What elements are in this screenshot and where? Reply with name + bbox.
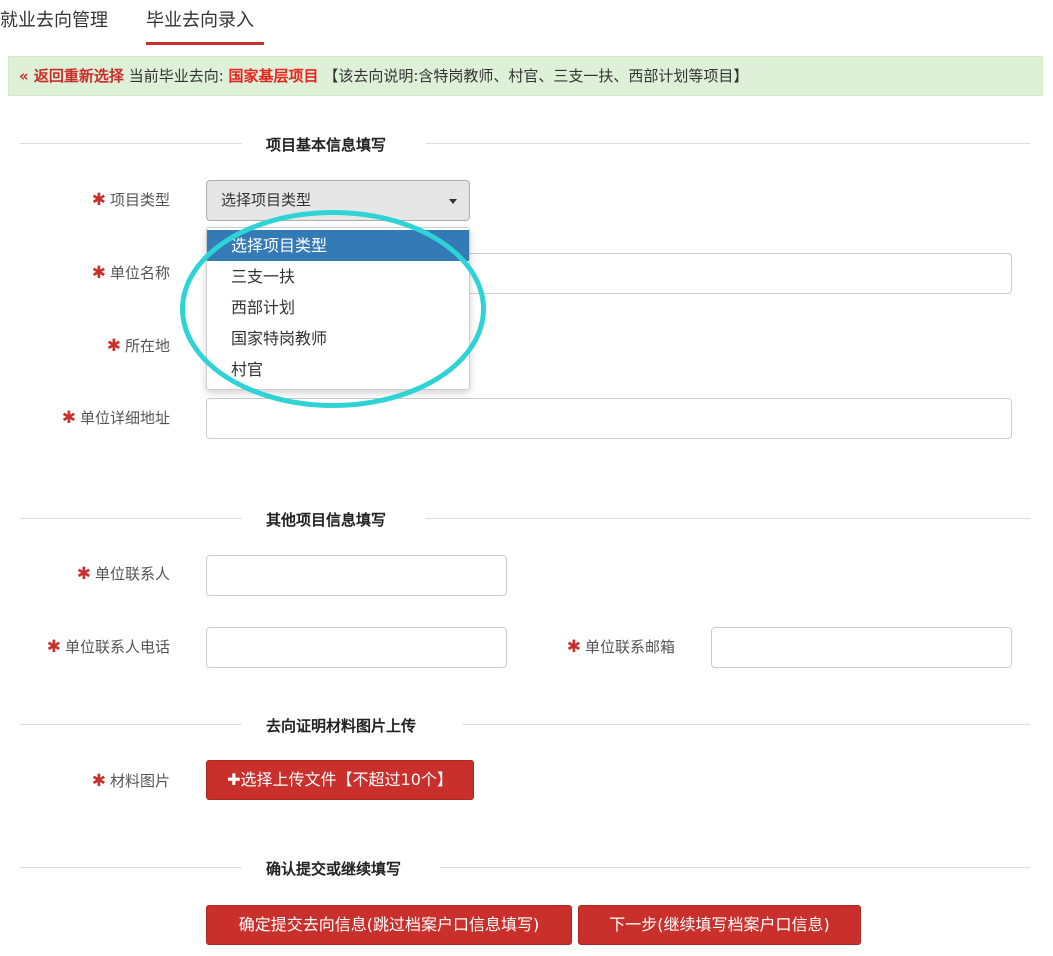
required-icon: ✱ <box>566 637 581 657</box>
required-icon: ✱ <box>106 336 121 356</box>
tab-employment-management[interactable]: 就业去向管理 <box>0 6 108 32</box>
project-type-selected: 选择项目类型 <box>221 191 312 209</box>
section-title-other: 其他项目信息填写 <box>266 511 387 529</box>
contact-phone-input[interactable] <box>206 627 507 668</box>
current-destination-value: 国家基层项目 <box>228 67 319 85</box>
section-divider <box>426 143 1030 144</box>
contact-label: ✱ 单位联系人 <box>76 564 170 584</box>
contact-email-label: ✱ 单位联系邮箱 <box>566 637 675 657</box>
required-icon: ✱ <box>61 408 76 428</box>
section-divider <box>20 867 242 868</box>
unit-address-input[interactable] <box>206 398 1012 439</box>
tab-graduation-entry[interactable]: 毕业去向录入 <box>146 6 254 32</box>
section-divider <box>20 724 242 725</box>
project-type-option[interactable]: 村官 <box>207 354 469 385</box>
project-type-option[interactable]: 西部计划 <box>207 292 469 323</box>
section-divider <box>20 518 242 519</box>
section-divider <box>462 724 1030 725</box>
section-divider <box>440 867 1030 868</box>
destination-description: 【该去向说明:含特岗教师、村官、三支一扶、西部计划等项目】 <box>323 67 749 85</box>
required-icon: ✱ <box>76 564 91 584</box>
required-icon: ✱ <box>91 190 106 210</box>
submit-skip-button[interactable]: 确定提交去向信息(跳过档案户口信息填写) <box>206 905 572 945</box>
required-icon: ✱ <box>91 771 106 791</box>
material-images-label: ✱ 材料图片 <box>91 771 170 791</box>
project-type-option[interactable]: 国家特岗教师 <box>207 323 469 354</box>
contact-email-input[interactable] <box>711 627 1012 668</box>
section-divider <box>20 143 242 144</box>
location-label: ✱ 所在地 <box>106 336 170 356</box>
project-type-select[interactable]: 选择项目类型 <box>206 180 470 221</box>
next-step-button[interactable]: 下一步(继续填写档案户口信息) <box>578 905 861 945</box>
unit-address-label: ✱ 单位详细地址 <box>61 408 170 428</box>
active-tab-indicator <box>146 42 264 45</box>
section-divider <box>426 518 1030 519</box>
required-icon: ✱ <box>91 263 106 283</box>
project-type-option[interactable]: 三支一扶 <box>207 261 469 292</box>
contact-input[interactable] <box>206 555 507 596</box>
section-title-basic: 项目基本信息填写 <box>266 136 387 154</box>
project-type-dropdown: 选择项目类型 三支一扶 西部计划 国家特岗教师 村官 <box>206 227 470 390</box>
project-type-label: ✱ 项目类型 <box>91 190 170 210</box>
required-icon: ✱ <box>46 637 61 657</box>
caret-down-icon <box>449 199 457 204</box>
contact-phone-label: ✱ 单位联系人电话 <box>46 637 170 657</box>
upload-files-button[interactable]: ✚选择上传文件【不超过10个】 <box>206 760 474 800</box>
back-reselect-link[interactable]: « 返回重新选择 <box>19 67 124 85</box>
project-type-option[interactable]: 选择项目类型 <box>207 230 469 261</box>
destination-notice: « 返回重新选择 当前毕业去向: 国家基层项目 【该去向说明:含特岗教师、村官、… <box>8 56 1043 96</box>
section-title-confirm: 确认提交或继续填写 <box>266 860 402 878</box>
current-destination-label: 当前毕业去向: <box>128 67 224 85</box>
section-title-upload: 去向证明材料图片上传 <box>266 717 417 735</box>
unit-name-label: ✱ 单位名称 <box>91 263 170 283</box>
